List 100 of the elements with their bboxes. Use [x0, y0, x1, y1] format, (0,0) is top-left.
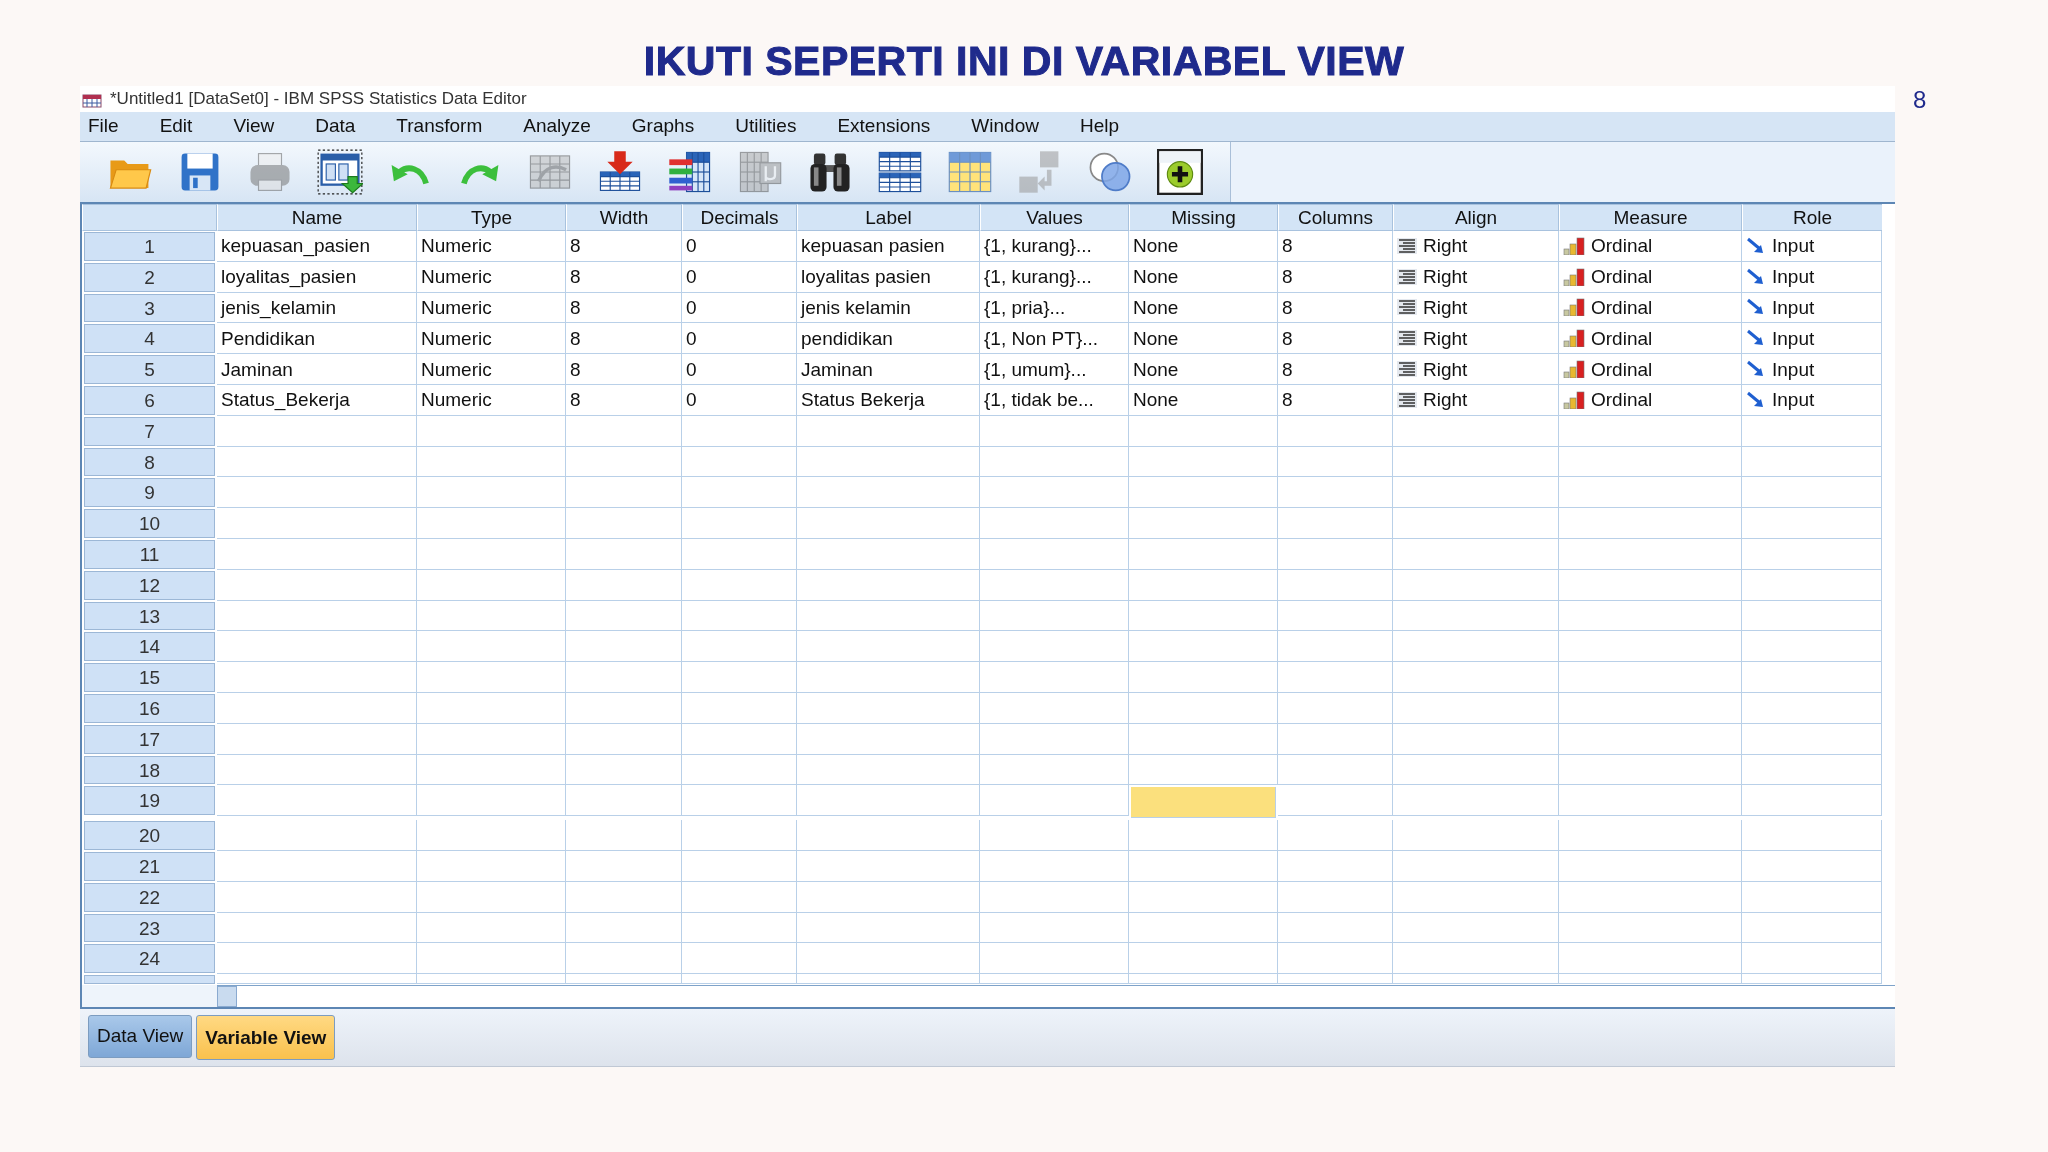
row-header[interactable]: 15 — [84, 663, 215, 692]
row-header[interactable]: 17 — [84, 724, 215, 754]
slide-heading: IKUTI SEPERTI INI DI VARIABEL VIEW — [643, 37, 1405, 86]
column-header[interactable]: Columns — [1278, 204, 1393, 231]
align-right-icon — [1397, 391, 1417, 408]
table-cell: Numeric — [417, 231, 566, 262]
menu-item[interactable]: File — [80, 112, 133, 141]
table-cell: 0 — [682, 261, 797, 293]
menu-item[interactable]: Edit — [151, 112, 207, 141]
table-cell: Numeric — [417, 323, 566, 355]
align-right-icon — [1397, 299, 1417, 316]
row-header[interactable]: 13 — [84, 601, 215, 631]
column-header[interactable]: Width — [566, 204, 682, 231]
row-header[interactable]: 8 — [84, 447, 215, 477]
row-header[interactable]: 16 — [84, 693, 215, 723]
table-cell-text: Input — [1772, 296, 1815, 320]
column-header[interactable]: Type — [417, 204, 566, 231]
row-header[interactable]: 22 — [84, 882, 215, 912]
table-cell-text: Right — [1423, 388, 1468, 413]
table-cell: 0 — [682, 292, 797, 324]
table-cell: kepuasan_pasien — [217, 231, 417, 262]
table-cell: 0 — [682, 231, 797, 262]
row-header[interactable]: 5 — [84, 355, 215, 384]
column-header[interactable]: Measure — [1559, 204, 1742, 231]
column-header[interactable]: Decimals — [682, 204, 797, 231]
column-header[interactable]: Align — [1393, 204, 1559, 231]
row-header[interactable]: 9 — [84, 478, 215, 508]
table-cell: None — [1129, 354, 1278, 385]
column-header[interactable]: Name — [217, 204, 417, 231]
row-header[interactable]: 14 — [84, 632, 215, 662]
table-cell-text: Right — [1423, 326, 1468, 351]
table-cell: 8 — [566, 323, 682, 355]
view-tab[interactable]: Data View — [88, 1015, 193, 1058]
table-cell: kepuasan pasien — [797, 231, 980, 262]
table-cell-text: Input — [1772, 357, 1815, 382]
column-header[interactable]: Missing — [1129, 204, 1278, 231]
table-cell: Numeric — [417, 261, 566, 293]
menu-item[interactable]: Data — [307, 112, 370, 141]
table-cell: Jaminan — [217, 354, 417, 385]
menu-item[interactable]: Extensions — [829, 112, 945, 141]
align-right-icon — [1397, 237, 1417, 254]
table-cell: None — [1129, 231, 1278, 262]
menu-item[interactable]: Analyze — [515, 112, 605, 141]
bar-chart-icon — [1563, 360, 1585, 379]
table-cell: None — [1129, 292, 1278, 324]
table-cell-text: Ordinal — [1591, 234, 1653, 259]
page-number: 8 — [1913, 86, 1927, 115]
table-cell: None — [1129, 323, 1278, 355]
align-right-icon — [1397, 361, 1417, 378]
table-cell: Numeric — [417, 292, 566, 324]
scroll-left-button[interactable] — [217, 986, 237, 1008]
table-cell: pendidikan — [797, 323, 980, 355]
menu-item[interactable]: Graphs — [623, 112, 709, 141]
row-header[interactable]: 7 — [84, 416, 215, 446]
align-right-icon — [1397, 268, 1417, 285]
selected-cell[interactable] — [1131, 787, 1276, 819]
bar-chart-icon — [1563, 267, 1585, 286]
menu-item[interactable]: View — [225, 112, 289, 141]
view-tab[interactable]: Variable View — [196, 1015, 336, 1060]
row-header[interactable]: 3 — [84, 293, 215, 323]
grid-corner[interactable] — [82, 204, 217, 231]
menu-item[interactable]: Help — [1071, 112, 1133, 141]
menu-item[interactable]: Transform — [388, 112, 497, 141]
row-header[interactable]: 23 — [84, 913, 215, 943]
row-header[interactable]: 2 — [84, 262, 215, 292]
table-cell: {1, pria}... — [980, 292, 1129, 324]
table-cell: 8 — [566, 354, 682, 385]
table-cell: 8 — [1278, 231, 1393, 262]
row-header[interactable]: 20 — [84, 821, 215, 850]
table-cell-text: Ordinal — [1591, 326, 1653, 351]
table-cell: loyalitas pasien — [797, 261, 980, 293]
column-header[interactable]: Label — [797, 204, 980, 231]
row-header[interactable]: 10 — [84, 509, 215, 538]
table-cell-text: Input — [1772, 265, 1815, 290]
row-header[interactable]: 19 — [84, 786, 215, 816]
table-cell: {1, kurang}... — [980, 261, 1129, 293]
column-header[interactable]: Role — [1742, 204, 1882, 231]
table-cell: 0 — [682, 323, 797, 355]
row-header[interactable]: 12 — [84, 570, 215, 600]
table-cell: Status_Bekerja — [217, 385, 417, 416]
row-header[interactable]: 18 — [84, 755, 215, 785]
row-header[interactable]: 1 — [84, 232, 215, 261]
arrow-icon — [1746, 267, 1766, 286]
menu-item[interactable]: Utilities — [727, 112, 811, 141]
row-header[interactable]: 21 — [84, 851, 215, 881]
table-cell: 8 — [1278, 323, 1393, 355]
table-cell: Jaminan — [797, 354, 980, 385]
menu-item[interactable]: Window — [963, 112, 1053, 141]
row-header[interactable] — [84, 975, 215, 985]
row-header[interactable]: 11 — [84, 539, 215, 569]
column-header[interactable]: Values — [980, 204, 1129, 231]
row-header[interactable]: 24 — [84, 944, 215, 974]
table-cell: 8 — [566, 385, 682, 416]
table-cell: 8 — [1278, 385, 1393, 416]
table-cell: 8 — [1278, 292, 1393, 324]
table-cell: Numeric — [417, 354, 566, 385]
table-cell: loyalitas_pasien — [217, 261, 417, 293]
arrow-icon — [1746, 236, 1766, 255]
row-header[interactable]: 6 — [84, 386, 215, 415]
row-header[interactable]: 4 — [84, 324, 215, 354]
